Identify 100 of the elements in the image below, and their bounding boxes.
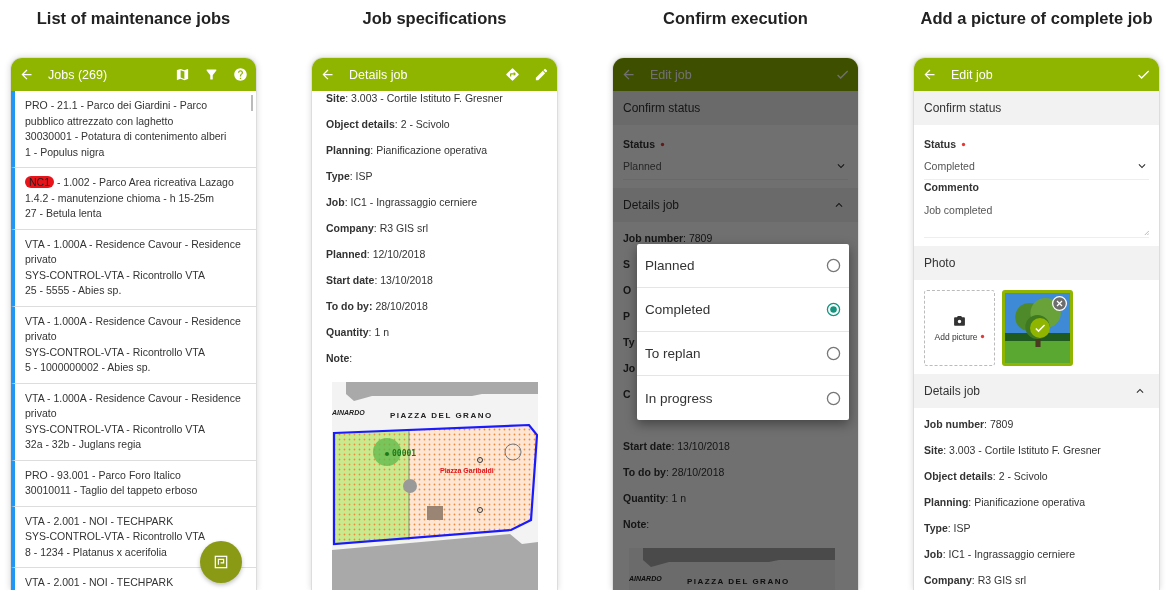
job-list-item[interactable]: PRO - 21.1 - Parco dei Giardini - Parco pubblico attrezzato con laghetto 30030001 - Potatura di contenimento alberi 1 - Populus nigra — [11, 91, 256, 168]
detail-text: Quantity: 1 n — [623, 491, 687, 505]
detail-text: P — [623, 309, 630, 323]
section-title: Details job — [623, 198, 680, 212]
job-text: PRO - 93.001 - Parco Foro Italico — [25, 467, 181, 483]
job-text: 32a - 32b - Juglans regia — [25, 437, 142, 452]
job-text: 30030001 - Potatura di contenimento alberi — [25, 129, 227, 144]
job-text: SYS-CONTROL-VTA - Ricontrollo VTA — [25, 529, 205, 544]
job-list-item[interactable]: VTA - 1.000A - Residence Cavour - Residence privato SYS-CONTROL-VTA - Ricontrollo VTA 25 - 5555 - Abies sp. — [11, 229, 256, 307]
detail-text: Job number: 7809 — [924, 417, 1014, 431]
detail-text: Note: — [623, 517, 650, 531]
job-text: VTA - 1.000A - Residence Cavour - Residence privato — [25, 390, 242, 421]
detail-text: Company: R3 GIS srl — [924, 573, 1027, 587]
check-icon — [1030, 318, 1050, 338]
job-list-item[interactable]: PRO - 93.001 - Parco Foro Italico 30010011 - Taglio del tappeto erboso — [11, 460, 256, 507]
status-option[interactable]: Planned — [637, 244, 849, 288]
close-icon[interactable] — [1052, 296, 1067, 311]
detail-text: O — [623, 283, 632, 297]
job-text: SYS-CONTROL-VTA - Ricontrollo VTA — [25, 421, 205, 437]
detail-text: C — [623, 387, 631, 401]
job-text: 1 - Populus nigra — [25, 144, 105, 160]
panel-caption: Confirm execution — [663, 8, 808, 28]
field-label: Status — [924, 137, 957, 151]
job-list-item[interactable]: VTA - 1.000A - Residence Cavour - Residence privato SYS-CONTROL-VTA - Ricontrollo VTA 32a - 32b - Juglans regia — [11, 383, 256, 461]
directions-icon[interactable] — [505, 67, 520, 82]
detail-text: Object details: 2 - Scivolo — [924, 469, 1048, 483]
back-arrow-icon[interactable] — [320, 67, 335, 82]
job-text: 8 - 1234 - Platanus x acerifolia — [25, 544, 167, 560]
detail-text: Site: 3.003 - Cortile Istituto F. Gresner — [924, 443, 1101, 457]
status-option[interactable]: To replan — [637, 332, 849, 376]
detail-text: Start date: 13/10/2018 — [326, 273, 433, 287]
job-text: PRO - 21.1 - Parco dei Giardini - Parco pubblico attrezzato con laghetto — [25, 98, 209, 129]
help-icon[interactable] — [233, 67, 248, 82]
job-list-item[interactable]: VTA - 1.000A - Residence Cavour - Residence privato SYS-CONTROL-VTA - Ricontrollo VTA 5 - 1000000002 - Abies sp. — [11, 306, 256, 384]
detail-text: Job: IC1 - Ingrassaggio cerniere — [924, 547, 1076, 561]
screen-title: Edit job — [650, 67, 692, 82]
floating-action-button[interactable] — [200, 541, 242, 583]
field-label: Status — [623, 137, 656, 151]
job-text: VTA - 1.000A - Residence Cavour - Residence privato — [25, 236, 242, 267]
detail-text: Job: IC1 - Ingrassaggio cerniere — [326, 195, 478, 209]
detail-text: To do by: 28/10/2018 — [326, 299, 428, 313]
job-text: SYS-CONTROL-VTA - Ricontrollo VTA — [25, 267, 205, 283]
section-title: Confirm status — [924, 101, 1002, 115]
job-text: 1.4.2 - manutenzione chioma - h 15-25m — [25, 190, 215, 206]
map-label: PIAZZA DEL GRANO — [687, 577, 790, 586]
map-label: PIAZZA DEL GRANO — [390, 411, 493, 420]
detail-text: Job number: 7809 — [623, 231, 713, 245]
photo-thumbnail[interactable] — [1002, 290, 1073, 366]
option-label: Completed — [645, 302, 711, 317]
map-icon[interactable] — [175, 67, 190, 82]
screen-title: Edit job — [951, 67, 993, 82]
edit-icon[interactable] — [534, 67, 549, 82]
job-text: VTA - 2.001 - NOI - TECHPARK — [25, 513, 174, 529]
field-label: Commento — [924, 180, 979, 194]
comment-field[interactable]: Job completed — [924, 196, 1149, 238]
job-text: 25 - 5555 - Abies sp. — [25, 283, 122, 298]
detail-text: Ty — [623, 335, 635, 349]
job-text: SYS-CONTROL-VTA - Ricontrollo VTA — [25, 344, 205, 360]
job-text: - 1.002 - Parco Area ricreativa Lazago — [56, 176, 234, 188]
filter-icon[interactable] — [204, 67, 219, 82]
option-label: In progress — [645, 390, 713, 406]
status-badge: NC1 — [25, 176, 54, 188]
detail-text: Planning: Pianificazione operativa — [326, 143, 488, 157]
detail-text: Planning: Pianificazione operativa — [924, 495, 1086, 509]
status-option[interactable]: In progress — [637, 376, 849, 420]
resize-handle-icon[interactable] — [1144, 230, 1149, 235]
job-text: VTA - 2.001 - NOI - TECHPARK — [25, 575, 174, 590]
section-title: Photo — [924, 256, 956, 270]
option-label: To replan — [645, 346, 701, 361]
detail-text: Site: 3.003 - Cortile Istituto F. Gresner — [326, 91, 503, 105]
back-arrow-icon[interactable] — [621, 67, 636, 82]
detail-text: Quantity: 1 n — [326, 325, 390, 339]
status-dropdown[interactable]: Completed — [924, 153, 1149, 180]
job-list-item[interactable]: NC1 - 1.002 - Parco Area ricreativa Lazago 1.4.2 - manutenzione chioma - h 15-25m 27 - Betula lenta — [11, 168, 256, 230]
detail-text: S — [623, 257, 630, 271]
job-text: 5 - 1000000002 - Abies sp. — [25, 360, 151, 375]
detail-text: Jo — [623, 361, 636, 375]
screen-title: Jobs (269) — [48, 67, 108, 82]
section-header[interactable]: Details job — [914, 374, 1159, 408]
detail-text: Start date: 13/10/2018 — [623, 439, 730, 453]
add-picture-button[interactable]: Add picture — [924, 290, 995, 366]
detail-text: Company: R3 GIS srl — [326, 221, 429, 235]
job-text: 30010011 - Taglio del tappeto erboso — [25, 483, 198, 498]
back-arrow-icon[interactable] — [19, 67, 34, 82]
square-icon — [214, 555, 228, 569]
scrollbar[interactable] — [251, 95, 253, 111]
job-text: 27 - Betula lenta — [25, 206, 102, 221]
panel-caption: Job specifications — [362, 8, 507, 28]
detail-text: Type: ISP — [924, 521, 971, 535]
status-option[interactable]: Completed — [637, 288, 849, 332]
detail-text: Type: ISP — [326, 169, 373, 183]
section-title: Confirm status — [623, 101, 701, 115]
detail-text: Note: — [326, 351, 353, 365]
detail-text: Planned: 12/10/2018 — [326, 247, 426, 261]
back-arrow-icon[interactable] — [922, 67, 937, 82]
camera-icon — [953, 314, 966, 328]
panel-caption: List of maintenance jobs — [36, 8, 231, 28]
job-text: VTA - 1.000A - Residence Cavour - Residence privato — [25, 313, 242, 344]
section-title: Details job — [924, 384, 981, 398]
detail-text: To do by: 28/10/2018 — [623, 465, 725, 479]
